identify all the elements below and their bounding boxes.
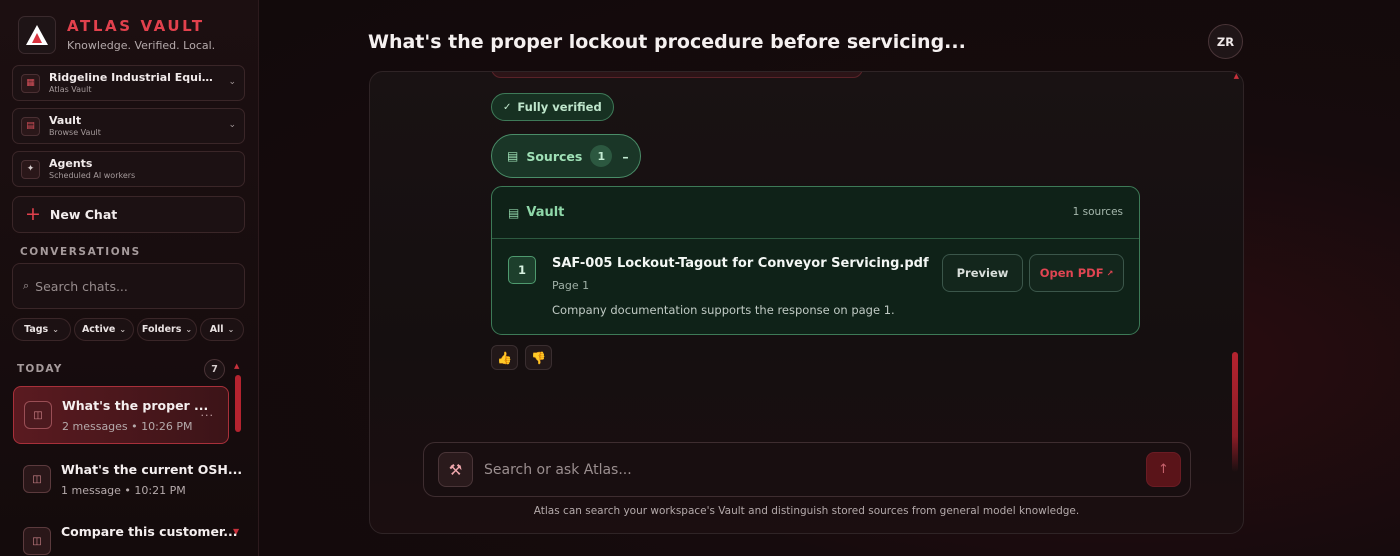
scroll-up-icon[interactable]: ▲ — [1234, 72, 1239, 80]
thumbs-down-icon: 👎 — [531, 350, 546, 365]
chat-filters: Tags ⌄ Active ⌄ Folders ⌄ All ⌄ — [12, 318, 247, 341]
vault-card-header: ▤ Vault 1 sources — [492, 187, 1139, 239]
thumbs-down-button[interactable]: 👎 — [525, 345, 552, 370]
filter-active[interactable]: Active ⌄ — [74, 318, 134, 341]
open-pdf-button[interactable]: Open PDF ↗ — [1029, 254, 1124, 292]
vault-nav-subtitle: Browse Vault — [49, 127, 101, 137]
vault-nav[interactable]: ▤ Vault Browse Vault ⌄ — [12, 108, 245, 144]
verified-label: Fully verified — [517, 100, 602, 114]
clipped-message-badge — [491, 72, 863, 78]
vault-icon: ▤ — [21, 116, 40, 136]
workspace-name: Ridgeline Industrial Equipme... — [49, 71, 219, 83]
filter-tags[interactable]: Tags ⌄ — [12, 318, 71, 341]
user-avatar[interactable]: ZR — [1208, 24, 1243, 59]
chevron-down-icon: ⌄ — [227, 325, 235, 334]
chat-title: Compare this customer... — [61, 524, 238, 539]
chat-title: What's the current OSH... — [61, 461, 243, 477]
agents-nav-subtitle: Scheduled AI workers — [49, 170, 136, 180]
vault-nav-title: Vault — [49, 114, 82, 126]
sources-count-badge: 1 — [590, 145, 613, 167]
hammer-icon: ⚒ — [448, 460, 463, 479]
brand-tagline: Knowledge. Verified. Local. — [67, 39, 216, 52]
source-number-badge: 1 — [508, 256, 536, 284]
sidebar-scrollbar-thumb[interactable] — [235, 375, 241, 432]
check-icon: ✓ — [503, 101, 512, 113]
source-description: Company documentation supports the respo… — [552, 303, 895, 317]
chat-meta: 2 messages • 10:26 PM — [62, 419, 193, 433]
workspace-icon: ▦ — [21, 73, 40, 93]
sources-toggle[interactable]: ▤ Sources 1 – — [491, 134, 641, 178]
external-link-icon: ↗ — [1106, 268, 1114, 278]
thumbs-up-button[interactable]: 👍 — [491, 345, 518, 370]
chat-scrollbar-thumb[interactable] — [1232, 352, 1238, 472]
brand-name: ATLAS VAULT — [67, 17, 205, 35]
composer-input[interactable] — [484, 461, 1124, 478]
collapse-icon: – — [622, 148, 629, 164]
agents-nav[interactable]: ✦ Agents Scheduled AI workers — [12, 151, 245, 187]
more-options-icon[interactable]: ··· — [201, 409, 215, 422]
sidebar: ATLAS VAULT Knowledge. Verified. Local. … — [0, 0, 259, 556]
search-icon: ⌕ — [23, 279, 30, 292]
vault-card-title: Vault — [526, 205, 565, 220]
chevron-down-icon: ⌄ — [185, 325, 193, 334]
today-heading: TODAY — [17, 363, 63, 375]
chat-title: What's the proper ... — [62, 397, 209, 413]
document-icon: ▤ — [508, 205, 520, 220]
filter-folders[interactable]: Folders ⌄ — [137, 318, 197, 341]
agents-nav-title: Agents — [49, 157, 93, 169]
vault-source-count: 1 sources — [1072, 206, 1123, 218]
source-page: Page 1 — [552, 279, 590, 292]
chat-list-item[interactable]: ◫ What's the current OSH... 1 message • … — [13, 450, 242, 508]
workspace-switcher[interactable]: ▦ Ridgeline Industrial Equipme... Atlas … — [12, 65, 245, 101]
sparkle-icon: ✦ — [21, 159, 40, 179]
chevron-down-icon: ⌄ — [52, 325, 59, 334]
composer: ⚒ ↑ — [423, 442, 1191, 497]
arrow-up-icon: ↑ — [1158, 462, 1169, 477]
chevron-down-icon: ⌄ — [228, 77, 236, 87]
plus-icon: + — [25, 203, 41, 225]
atlas-logo-icon[interactable] — [18, 16, 56, 54]
thumbs-up-icon: 👍 — [497, 350, 512, 365]
chat-search[interactable]: ⌕ — [12, 263, 245, 309]
page-title: What's the proper lockout procedure befo… — [368, 31, 966, 53]
sources-label: Sources — [526, 148, 583, 164]
new-chat-label: New Chat — [49, 207, 118, 222]
verified-badge: ✓ Fully verified — [491, 93, 614, 121]
chat-icon: ◫ — [23, 527, 51, 555]
disclaimer-text: Atlas can search your workspace's Vault … — [533, 505, 1080, 517]
chat-icon: ◫ — [23, 465, 51, 493]
chat-list-item-active[interactable]: ◫ What's the proper ... 2 messages • 10:… — [13, 386, 229, 444]
conversations-heading: CONVERSATIONS — [20, 246, 141, 258]
chat-meta: 1 message • 10:21 PM — [61, 483, 186, 497]
chat-list-item[interactable]: ◫ Compare this customer... — [13, 514, 238, 556]
scroll-up-icon[interactable]: ▲ — [234, 362, 239, 370]
source-file-name: SAF-005 Lockout-Tagout for Conveyor Serv… — [552, 256, 929, 271]
document-icon: ▤ — [507, 149, 519, 163]
chevron-down-icon: ⌄ — [119, 325, 127, 334]
chevron-down-icon: ⌄ — [228, 120, 236, 130]
tools-button[interactable]: ⚒ — [438, 452, 473, 487]
preview-button[interactable]: Preview — [942, 254, 1023, 292]
send-button[interactable]: ↑ — [1146, 452, 1181, 487]
brand: ATLAS VAULT Knowledge. Verified. Local. — [18, 16, 215, 54]
workspace-subtitle: Atlas Vault — [49, 84, 92, 94]
vault-sources-card: ▤ Vault 1 sources 1 SAF-005 Lockout-Tago… — [491, 186, 1140, 335]
chat-icon: ◫ — [24, 401, 52, 429]
chat-panel: ▲ ✓ Fully verified ▤ Sources 1 – ▤ Vault… — [369, 71, 1244, 534]
new-chat-button[interactable]: + New Chat — [12, 196, 245, 233]
chat-search-input[interactable] — [35, 278, 226, 294]
filter-all[interactable]: All ⌄ — [200, 318, 244, 341]
today-count-badge: 7 — [204, 359, 225, 380]
